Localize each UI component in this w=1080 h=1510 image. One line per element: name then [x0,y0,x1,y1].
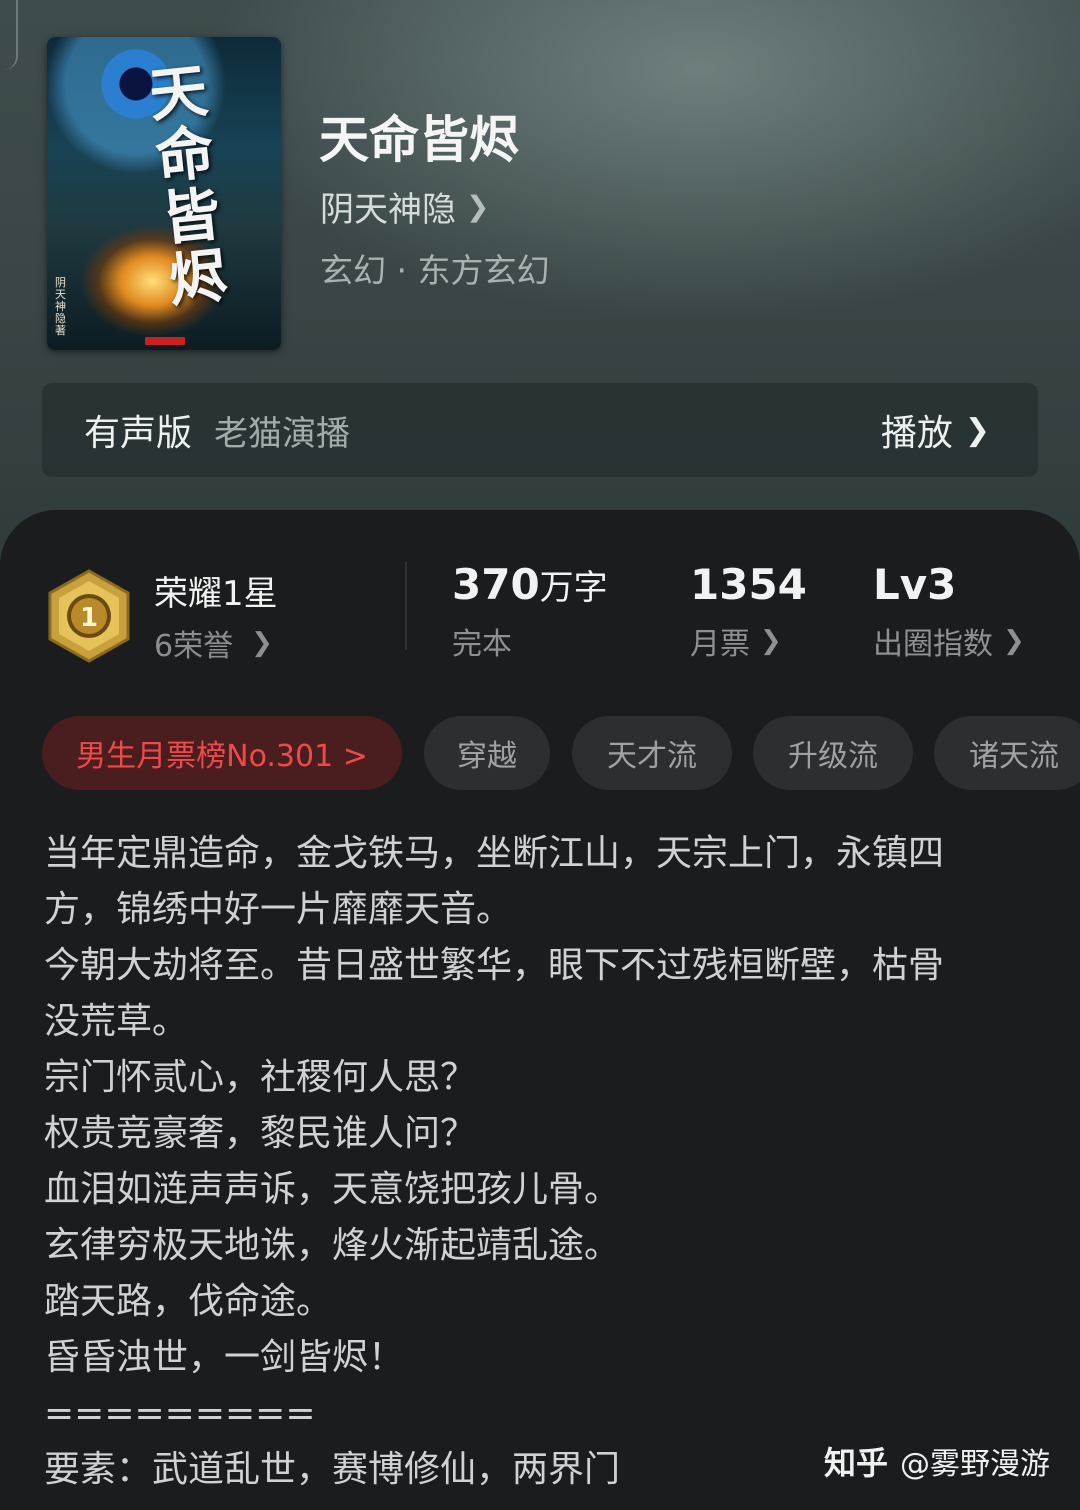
synopsis-line: ========= [44,1393,316,1434]
completion-status: 完本 [452,627,512,662]
medal-number: 1 [80,603,98,633]
honor-medal-icon: 1 [46,568,132,663]
play-button[interactable]: 播放 ❯ [881,404,990,456]
honor-points: 6荣誉 [154,629,234,664]
tag-chuanyue[interactable]: 穿越 [424,716,550,790]
chevron-right-icon: ❯ [466,190,490,223]
honor-section[interactable]: 1 荣耀1星 6荣誉 ❯ [46,566,278,665]
book-title: 天命皆烬 [319,110,519,169]
cover-title: 天命皆烬 [146,56,231,316]
tag-shengjiliu[interactable]: 升级流 [753,716,913,790]
book-header: 天命皆烬 阴天神隐著 天命皆烬 阴天神隐 ❯ 玄幻 · 东方玄幻 有声版 老猫演… [0,0,1080,560]
word-count-value: 370 [452,560,540,609]
publisher-logo [145,337,185,345]
chevron-right-icon: ❯ [251,628,273,658]
synopsis-line: 当年定鼎造命，金戈铁马，坐断江山，天宗上门，永镇四 [44,833,945,874]
play-label: 播放 [880,413,953,454]
watermark-site: 知乎 [823,1444,888,1482]
zhihu-watermark: 知乎 @雾野漫游 [824,1438,1050,1484]
synopsis-line: 宗门怀贰心，社稷何人思？ [44,1057,477,1098]
synopsis-line: 权贵竞豪奢，黎民谁人问？ [44,1113,477,1154]
chevron-right-icon: ❯ [964,412,990,448]
synopsis-line: 方，锦绣中好一片靡靡天音。 [44,889,513,930]
book-genre: 玄幻 · 东方玄幻 [320,251,550,290]
cover-author: 阴天神隐著 [55,276,66,337]
synopsis-line: 昏昏浊世，一剑皆烬！ [44,1337,405,1378]
audiobook-bar[interactable]: 有声版 老猫演播 播放 ❯ [42,383,1038,477]
stat-monthly-tickets[interactable]: 1354 月票 ❯ [690,560,807,663]
monthly-tickets-label: 月票 [690,627,750,662]
divider [405,562,407,650]
book-synopsis: 当年定鼎造命，金戈铁马，坐断江山，天宗上门，永镇四 方，锦绣中好一片靡靡天音。 … [44,826,1044,1498]
synopsis-line: 没荒草。 [44,1001,189,1042]
author-link[interactable]: 阴天神隐 ❯ [320,182,489,231]
synopsis-line: 踏天路，伐命途。 [44,1281,333,1322]
corner-decoration [0,0,18,70]
stat-popularity[interactable]: Lv3 出圈指数 ❯ [873,560,1025,663]
chevron-right-icon: ❯ [1003,626,1025,656]
synopsis-line: 今朝大劫将至。昔日盛世繁华，眼下不过残桓断壁，枯骨 [44,945,945,986]
synopsis-line: 玄律穷极天地诛，烽火渐起靖乱途。 [44,1225,621,1266]
monthly-tickets-value: 1354 [690,560,807,609]
word-count-unit: 万字 [539,568,608,608]
tag-tiancailiu[interactable]: 天才流 [572,716,732,790]
narrator-name: 老猫演播 [214,413,351,454]
popularity-level: Lv3 [873,560,957,609]
tag-list: 男生月票榜No.301 > 穿越 天才流 升级流 诸天流 [42,716,1080,790]
chevron-right-icon: ❯ [760,626,782,656]
honor-title: 荣耀1星 [154,574,278,614]
tag-rank[interactable]: 男生月票榜No.301 > [42,716,402,790]
watermark-user: @雾野漫游 [900,1447,1050,1482]
book-cover[interactable]: 天命皆烬 阴天神隐著 [47,37,281,350]
author-name: 阴天神隐 [320,190,456,230]
audiobook-label: 有声版 [84,413,193,454]
popularity-label: 出圈指数 [873,627,993,662]
synopsis-line: 血泪如涟声声诉，天意饶把孩儿骨。 [44,1169,621,1210]
stat-word-count: 370万字 完本 [452,560,608,663]
tag-zhutianliu[interactable]: 诸天流 [934,716,1080,790]
